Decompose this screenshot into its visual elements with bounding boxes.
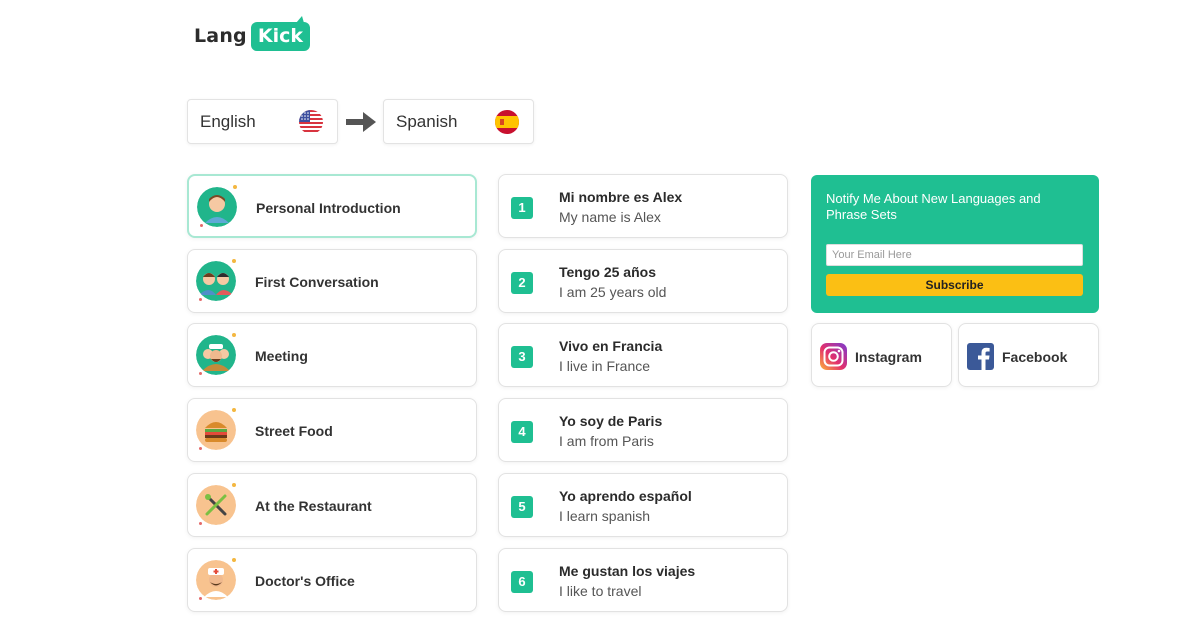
phrase-spanish: Yo soy de Paris bbox=[559, 413, 663, 429]
doctor-icon bbox=[196, 560, 236, 600]
burger-icon bbox=[196, 410, 236, 450]
topic-label: Personal Introduction bbox=[256, 200, 401, 216]
group-meeting-icon bbox=[196, 335, 236, 375]
notify-heading: Notify Me About New Languages and Phrase… bbox=[826, 191, 1041, 222]
source-language-select[interactable]: English bbox=[187, 99, 338, 144]
sparkle-decoration bbox=[232, 558, 236, 562]
sparkle-decoration bbox=[199, 597, 202, 600]
sparkle-decoration bbox=[232, 483, 236, 487]
phrase-card[interactable]: 5 Yo aprendo español I learn spanish bbox=[498, 473, 788, 537]
spain-flag-icon bbox=[495, 110, 519, 134]
man-avatar-icon bbox=[197, 187, 237, 227]
notify-subscribe-panel: Notify Me About New Languages and Phrase… bbox=[811, 175, 1099, 313]
phrase-card[interactable]: 3 Vivo en Francia I live in France bbox=[498, 323, 788, 387]
phrase-number-badge: 3 bbox=[511, 346, 533, 368]
phrase-number-badge: 6 bbox=[511, 571, 533, 593]
sparkle-decoration bbox=[199, 522, 202, 525]
facebook-button[interactable]: Facebook bbox=[958, 323, 1099, 387]
topic-personal-introduction[interactable]: Personal Introduction bbox=[187, 174, 477, 238]
topic-meeting[interactable]: Meeting bbox=[187, 323, 477, 387]
phrase-card[interactable]: 4 Yo soy de Paris I am from Paris bbox=[498, 398, 788, 462]
topic-label: Doctor's Office bbox=[255, 573, 355, 589]
phrase-card[interactable]: 6 Me gustan los viajes I like to travel bbox=[498, 548, 788, 612]
phrase-english: I learn spanish bbox=[559, 508, 651, 524]
sparkle-decoration bbox=[199, 372, 202, 375]
sparkle-decoration bbox=[232, 259, 236, 263]
phrase-spanish: Tengo 25 años bbox=[559, 264, 656, 280]
phrase-spanish: Vivo en Francia bbox=[559, 338, 663, 354]
sparkle-decoration bbox=[232, 408, 236, 412]
phrase-english: My name is Alex bbox=[559, 209, 661, 225]
topic-street-food[interactable]: Street Food bbox=[187, 398, 477, 462]
topic-label: Street Food bbox=[255, 423, 333, 439]
topic-label: Meeting bbox=[255, 348, 308, 364]
email-input[interactable] bbox=[826, 244, 1083, 266]
sparkle-decoration bbox=[200, 224, 203, 227]
sparkle-decoration bbox=[199, 298, 202, 301]
topic-first-conversation[interactable]: First Conversation bbox=[187, 249, 477, 313]
two-people-icon bbox=[196, 261, 236, 301]
facebook-label: Facebook bbox=[1002, 349, 1068, 365]
us-flag-icon bbox=[299, 110, 323, 134]
phrase-card[interactable]: 2 Tengo 25 años I am 25 years old bbox=[498, 249, 788, 313]
phrase-spanish: Me gustan los viajes bbox=[559, 563, 696, 579]
instagram-label: Instagram bbox=[855, 349, 922, 365]
phrase-number-badge: 2 bbox=[511, 272, 533, 294]
target-language-select[interactable]: Spanish bbox=[383, 99, 534, 144]
phrase-spanish: Mi nombre es Alex bbox=[559, 189, 683, 205]
phrase-card[interactable]: 1 Mi nombre es Alex My name is Alex bbox=[498, 174, 788, 238]
topic-at-the-restaurant[interactable]: At the Restaurant bbox=[187, 473, 477, 537]
phrase-number-badge: 1 bbox=[511, 197, 533, 219]
phrase-english: I am from Paris bbox=[559, 433, 654, 449]
langkick-logo[interactable]: Lang Kick bbox=[194, 15, 310, 54]
sparkle-decoration bbox=[232, 333, 236, 337]
instagram-icon bbox=[820, 343, 847, 370]
facebook-icon bbox=[967, 343, 994, 370]
phrase-english: I like to travel bbox=[559, 583, 642, 599]
topic-label: At the Restaurant bbox=[255, 498, 372, 514]
logo-text-lang: Lang bbox=[194, 25, 247, 47]
subscribe-button[interactable]: Subscribe bbox=[826, 274, 1083, 296]
phrase-number-badge: 4 bbox=[511, 421, 533, 443]
instagram-button[interactable]: Instagram bbox=[811, 323, 952, 387]
sparkle-decoration bbox=[199, 447, 202, 450]
phrase-number-badge: 5 bbox=[511, 496, 533, 518]
phrase-english: I am 25 years old bbox=[559, 284, 667, 300]
topic-label: First Conversation bbox=[255, 274, 379, 290]
phrase-english: I live in France bbox=[559, 358, 651, 374]
phrase-spanish: Yo aprendo español bbox=[559, 488, 692, 504]
logo-text-kick: Kick bbox=[250, 15, 310, 51]
sparkle-decoration bbox=[233, 185, 237, 189]
fork-knife-icon bbox=[196, 485, 236, 525]
source-language-label: English bbox=[200, 111, 256, 131]
target-language-label: Spanish bbox=[396, 111, 458, 131]
arrow-right-icon bbox=[346, 112, 376, 132]
topic-doctors-office[interactable]: Doctor's Office bbox=[187, 548, 477, 612]
